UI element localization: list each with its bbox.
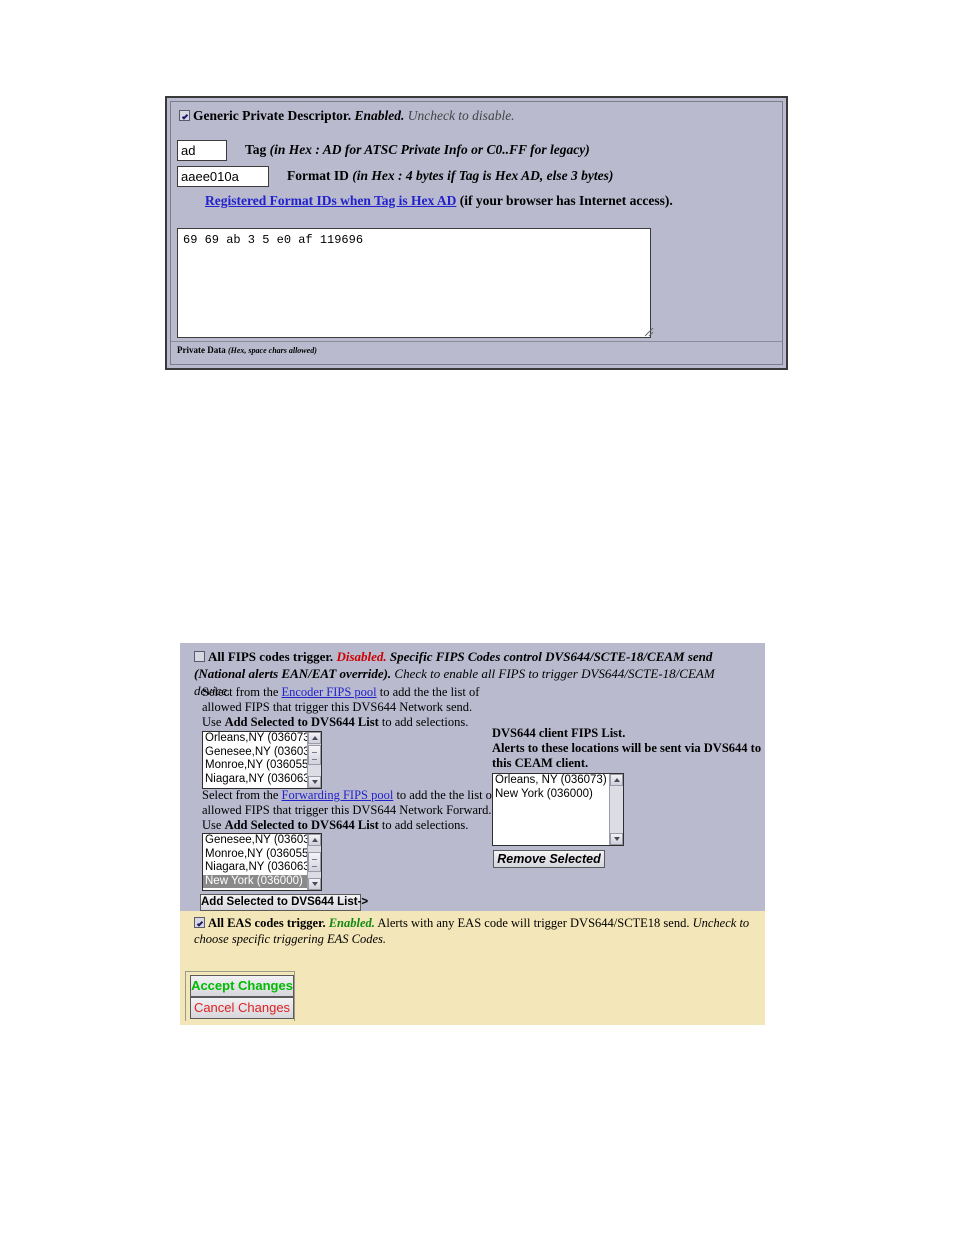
encoder-fips-list[interactable]: Orleans,NY (036073) Genesee,NY (036037) … [203, 732, 307, 788]
encoder-list-scrollbar[interactable] [307, 732, 321, 788]
panel-divider [171, 341, 782, 342]
list-item[interactable]: Niagara,NY (036063) [203, 773, 307, 787]
forwarding-line1-post: to add the the list of [396, 788, 497, 802]
forwarding-instruction-line3: Use Add Selected to DVS644 List to add s… [202, 818, 468, 833]
client-fips-title: DVS644 client FIPS List. [492, 726, 626, 740]
list-item[interactable]: Niagara,NY (036063) [203, 861, 307, 875]
all-eas-trigger-row: All EAS codes trigger. Enabled. Alerts w… [194, 915, 756, 947]
registered-format-ids-link[interactable]: Registered Format IDs when Tag is Hex AD [205, 193, 456, 208]
list-item[interactable]: Monroe,NY (036055) [203, 759, 307, 773]
all-fips-label-bold: All FIPS [208, 649, 257, 664]
encoder-instruction-line2: allowed FIPS that trigger this DVS644 Ne… [202, 700, 473, 714]
format-id-input[interactable] [177, 166, 269, 187]
forwarding-line3-bold: Add Selected to DVS644 List [224, 818, 379, 832]
tag-label: Tag [245, 142, 267, 157]
forwarding-instruction-line1: Select from the Forwarding FIPS pool to … [202, 788, 496, 803]
private-descriptor-hint: Uncheck to disable. [407, 108, 515, 123]
encoder-fips-listbox[interactable]: Orleans,NY (036073) Genesee,NY (036037) … [202, 731, 322, 789]
dvs644-client-fips-header: DVS644 client FIPS List. Alerts to these… [492, 726, 761, 771]
forwarding-fips-listbox[interactable]: Genesee,NY (036037) Monroe,NY (036055) N… [202, 833, 322, 891]
encoder-instruction-line1: Select from the Encoder FIPS pool to add… [202, 685, 479, 700]
private-data-caption-bold: Private Data [177, 345, 226, 355]
tag-input[interactable] [177, 140, 227, 161]
all-eas-codes-trigger-checkbox[interactable] [194, 917, 205, 928]
forwarding-line3-post: to add selections. [381, 818, 469, 832]
scroll-up-arrow-icon[interactable] [308, 732, 321, 744]
forwarding-instruction-line2: allowed FIPS that trigger this DVS644 Ne… [202, 803, 492, 817]
scroll-down-arrow-icon[interactable] [308, 878, 321, 890]
scrollbar-thumb[interactable] [308, 745, 321, 765]
client-fips-list[interactable]: Orleans, NY (036073) New York (036000) [493, 774, 609, 845]
encoder-line1-pre: Select from the [202, 685, 279, 699]
all-eas-state: Enabled. [328, 916, 375, 930]
private-descriptor-label: Generic Private Descriptor. [193, 108, 352, 123]
scroll-up-arrow-icon[interactable] [308, 834, 321, 846]
dvs644-client-fips-listbox[interactable]: Orleans, NY (036073) New York (036000) [492, 773, 624, 846]
eas-panel: All EAS codes trigger. Enabled. Alerts w… [180, 911, 765, 1025]
scrollbar-thumb[interactable] [308, 852, 321, 872]
fips-panel: All FIPS codes trigger. Disabled. Specif… [180, 643, 765, 911]
remove-selected-button[interactable]: Remove Selected [493, 850, 605, 868]
scroll-down-arrow-icon[interactable] [308, 776, 321, 788]
encoder-instruction-line3: Use Add Selected to DVS644 List to add s… [202, 715, 468, 730]
forwarding-list-scrollbar[interactable] [307, 834, 321, 890]
scroll-up-arrow-icon[interactable] [610, 774, 623, 786]
add-selected-to-dvs644-button[interactable]: Add Selected to DVS644 List-> [200, 894, 368, 911]
generic-private-descriptor-panel: Generic Private Descriptor. Enabled. Unc… [165, 96, 788, 370]
encoder-fips-pool-link[interactable]: Encoder FIPS pool [282, 685, 377, 699]
forwarding-line1-pre: Select from the [202, 788, 279, 802]
format-id-help: (in Hex : 4 bytes if Tag is Hex AD, else… [352, 168, 614, 183]
registered-format-ids-suffix: (if your browser has Internet access). [459, 193, 673, 208]
client-list-scrollbar[interactable] [609, 774, 623, 845]
private-descriptor-state: Enabled. [354, 108, 405, 123]
all-fips-codes-trigger-checkbox[interactable] [194, 651, 205, 662]
all-eas-label-rest: codes trigger. [254, 916, 326, 930]
client-fips-desc-line1: Alerts to these locations will be sent v… [492, 741, 762, 755]
accept-changes-button[interactable]: Accept Changes [190, 975, 294, 997]
private-data-textarea[interactable] [177, 228, 651, 338]
private-descriptor-enable-row: Generic Private Descriptor. Enabled. Unc… [179, 108, 515, 124]
encoder-line3-pre: Use [202, 715, 222, 729]
list-item[interactable]: Orleans,NY (036073) [203, 732, 307, 746]
action-buttons-container: Accept Changes Cancel Changes [185, 971, 295, 1021]
forwarding-fips-list[interactable]: Genesee,NY (036037) Monroe,NY (036055) N… [203, 834, 307, 890]
cancel-changes-button[interactable]: Cancel Changes [190, 997, 294, 1019]
generic-private-descriptor-checkbox[interactable] [179, 110, 190, 121]
all-eas-desc1: Alerts with any EAS code will trigger DV… [377, 916, 690, 930]
all-eas-label-bold: All EAS [208, 916, 252, 930]
list-item[interactable]: New York (036000) [493, 788, 609, 802]
private-data-caption: Private Data (Hex, space chars allowed) [177, 345, 317, 355]
tag-label-row: Tag (in Hex : AD for ATSC Private Info o… [245, 142, 590, 158]
forwarding-fips-pool-link[interactable]: Forwarding FIPS pool [282, 788, 394, 802]
tag-help: (in Hex : AD for ATSC Private Info or C0… [269, 142, 590, 157]
list-item[interactable]: Genesee,NY (036037) [203, 746, 307, 760]
all-fips-label-rest: codes trigger. [259, 649, 334, 664]
private-data-caption-italic: (Hex, space chars allowed) [227, 346, 317, 355]
list-item[interactable]: Genesee,NY (036037) [203, 834, 307, 848]
list-item-selected[interactable]: New York (036000) [203, 874, 307, 888]
list-item[interactable]: Orleans, NY (036073) [493, 774, 609, 788]
registered-format-ids-row: Registered Format IDs when Tag is Hex AD… [205, 193, 673, 209]
forwarding-line3-pre: Use [202, 818, 222, 832]
scroll-down-arrow-icon[interactable] [610, 833, 623, 845]
list-item[interactable]: Monroe,NY (036055) [203, 848, 307, 862]
encoder-line3-bold: Add Selected to DVS644 List [224, 715, 379, 729]
all-fips-state: Disabled. [336, 649, 387, 664]
client-fips-desc-line2: this CEAM client. [492, 756, 589, 770]
encoder-line1-post: to add the the list of [379, 685, 480, 699]
encoder-line3-post: to add selections. [381, 715, 469, 729]
format-id-label-row: Format ID (in Hex : 4 bytes if Tag is He… [287, 168, 613, 184]
format-id-label: Format ID [287, 168, 349, 183]
